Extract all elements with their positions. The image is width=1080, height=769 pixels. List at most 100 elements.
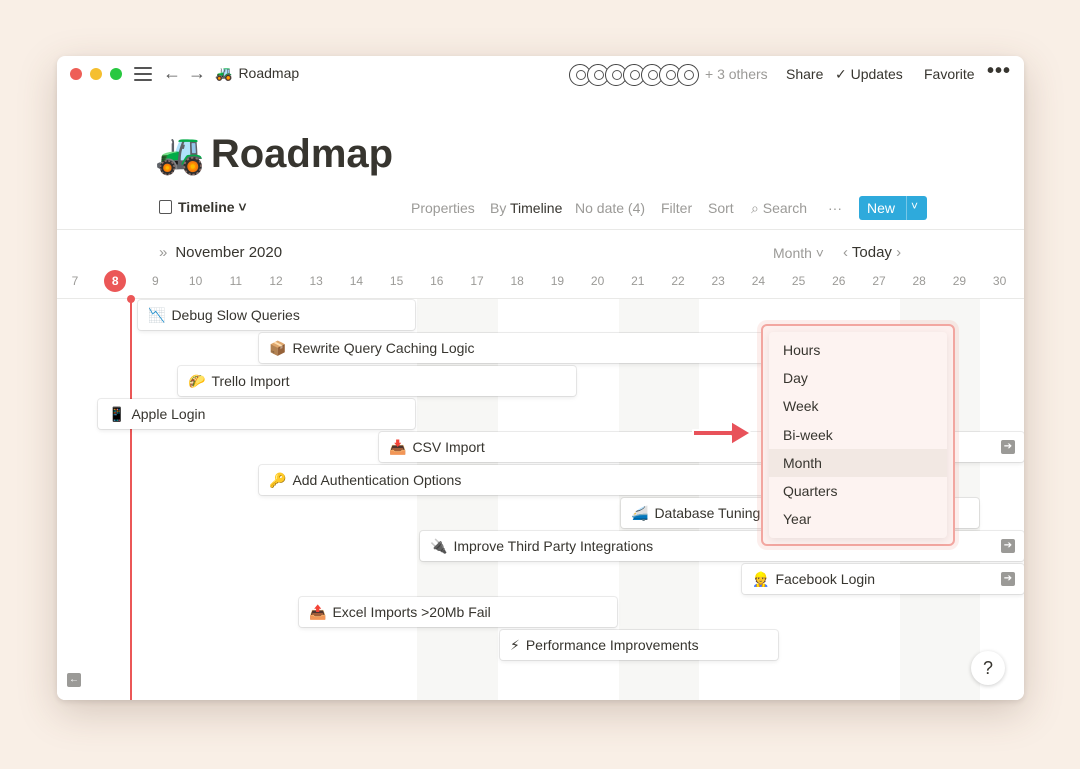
task-bar[interactable]: 📉 Debug Slow Queries [138, 300, 415, 330]
day-label: 11 [229, 274, 243, 288]
scroll-to-task-icon[interactable]: ➔ [1001, 539, 1015, 553]
task-name: Excel Imports >20Mb Fail [332, 604, 491, 620]
expand-chevrons-icon[interactable]: » [159, 244, 167, 261]
day-header: 7 8 9 10 11 12 13 14 15 16 17 18 19 20 21 22 23 24 25 26 27 2… [57, 270, 1024, 298]
scale-menu: Hours Day Week Bi-week Month Quarters Year [769, 332, 947, 538]
today-navigation: ‹ Today › [843, 244, 901, 261]
collapse-sidebar-icon[interactable]: ← [67, 673, 81, 687]
breadcrumb[interactable]: 🚜 Roadmap [215, 65, 299, 82]
new-button-label: New [867, 200, 896, 216]
more-view-options-icon[interactable]: ··· [828, 200, 842, 216]
task-bar[interactable]: 📤 Excel Imports >20Mb Fail [299, 597, 617, 627]
today-date-marker: 8 [104, 270, 127, 292]
today-marker [127, 295, 135, 303]
chevron-down-icon: ˅ [234, 199, 247, 215]
today-line [130, 299, 132, 700]
scale-option-year[interactable]: Year [769, 505, 947, 533]
task-bar[interactable]: 👷 Facebook Login [742, 564, 1024, 594]
scale-label: Month [773, 245, 812, 261]
tractor-icon: 🚜 [155, 132, 205, 176]
inbox-tray-icon: 📥 [389, 439, 407, 455]
day-label: 17 [470, 274, 484, 288]
check-icon: ✓ [835, 66, 851, 82]
month-label: » November 2020 [159, 244, 282, 261]
task-bar[interactable]: 🌮 Trello Import [178, 366, 576, 396]
next-chevron-icon[interactable]: › [896, 244, 901, 261]
outbox-tray-icon: 📤 [309, 604, 327, 620]
view-toolbar: Timeline ˅ Properties By Timeline No dat… [57, 190, 1024, 230]
tractor-icon: 🚜 [215, 65, 233, 81]
scale-option-hours[interactable]: Hours [769, 336, 947, 364]
forward-arrow-icon[interactable]: → [188, 63, 206, 83]
day-label: 24 [751, 274, 766, 288]
timeline-view-icon [159, 200, 172, 214]
day-label: 21 [631, 274, 645, 288]
avatar[interactable] [677, 64, 699, 86]
day-label: 9 [152, 274, 159, 288]
search-icon: ⌕ [751, 200, 763, 216]
day-label: 28 [912, 274, 926, 288]
day-label: 23 [711, 274, 725, 288]
day-label: 25 [791, 274, 806, 288]
task-name: Improve Third Party Integrations [453, 538, 654, 554]
day-label: 20 [590, 274, 605, 288]
task-name: Trello Import [211, 373, 290, 389]
breadcrumb-label: Roadmap [238, 65, 300, 81]
day-label: 18 [510, 274, 524, 288]
other-collaborators[interactable]: + 3 others [705, 66, 768, 82]
favorite-button[interactable]: Favorite [924, 66, 975, 82]
scale-option-day[interactable]: Day [769, 364, 947, 392]
scroll-to-task-icon[interactable]: ➔ [1001, 440, 1015, 454]
sidebar-toggle-icon[interactable] [134, 67, 152, 85]
minimize-window-button[interactable] [90, 68, 102, 80]
view-name-label: Timeline [178, 199, 235, 215]
day-label: 29 [952, 274, 967, 288]
chevron-down-icon: ˅ [811, 245, 824, 261]
scale-dropdown: Hours Day Week Bi-week Month Quarters Year [761, 324, 955, 546]
updates-button[interactable]: ✓ Updates [835, 66, 903, 83]
prev-chevron-icon[interactable]: ‹ [843, 244, 852, 261]
maximize-window-button[interactable] [110, 68, 122, 80]
taco-icon: 🌮 [188, 373, 206, 389]
search-button[interactable]: ⌕ Search [751, 200, 807, 217]
page-title[interactable]: 🚜 Roadmap [155, 130, 393, 177]
day-label: 7 [71, 274, 79, 288]
phone-icon: 📱 [108, 406, 126, 422]
task-bar[interactable]: ⚡ Performance Improvements [500, 630, 778, 660]
filter-button[interactable]: Filter [661, 200, 692, 216]
task-name: Add Authentication Options [292, 472, 462, 488]
new-button[interactable]: New ˅ [859, 196, 927, 220]
red-arrow-icon [692, 420, 752, 446]
task-name: Debug Slow Queries [171, 307, 300, 323]
day-label: 19 [550, 274, 565, 288]
properties-button[interactable]: Properties [411, 200, 475, 216]
day-label: 15 [389, 274, 404, 288]
view-selector[interactable]: Timeline ˅ [159, 199, 247, 215]
lightning-icon: ⚡ [510, 637, 520, 653]
scroll-to-task-icon[interactable]: ➔ [1001, 572, 1015, 586]
day-label: 30 [992, 274, 1007, 288]
share-button[interactable]: Share [786, 66, 823, 82]
sort-button[interactable]: Sort [708, 200, 734, 216]
day-label: 10 [188, 274, 203, 288]
close-window-button[interactable] [70, 68, 82, 80]
day-label: 12 [269, 274, 283, 288]
help-button[interactable]: ? [971, 651, 1005, 685]
back-arrow-icon[interactable]: ← [163, 63, 181, 83]
scale-option-bi-week[interactable]: Bi-week [769, 421, 947, 449]
scale-option-week[interactable]: Week [769, 392, 947, 420]
day-label: 16 [430, 274, 444, 288]
scale-selector[interactable]: Month ˅ [773, 245, 824, 261]
scale-option-month[interactable]: Month [769, 448, 947, 477]
scale-option-quarters[interactable]: Quarters [769, 477, 947, 505]
chevron-down-icon[interactable]: ˅ [911, 199, 918, 213]
today-button[interactable]: Today [852, 244, 892, 261]
no-date-button[interactable]: No date (4) [575, 200, 645, 216]
group-by-button[interactable]: By Timeline [490, 200, 562, 216]
task-bar[interactable]: 📱 Apple Login [98, 399, 415, 429]
task-bar[interactable]: 🔑 Add Authentication Options [259, 465, 819, 495]
task-name: Facebook Login [775, 571, 876, 587]
day-label: 14 [349, 274, 364, 288]
more-options-icon[interactable]: ••• [987, 60, 1011, 83]
plug-icon: 🔌 [430, 538, 448, 554]
